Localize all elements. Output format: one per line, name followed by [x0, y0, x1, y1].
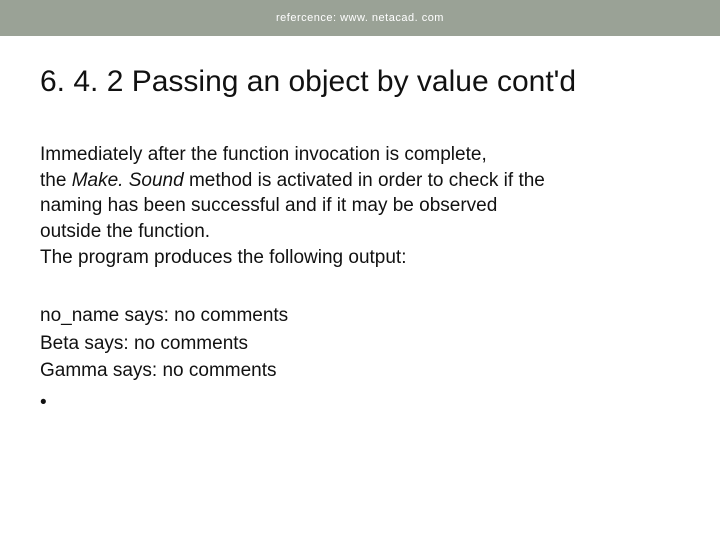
slide-content: 6. 4. 2 Passing an object by value cont'… [0, 36, 720, 416]
body-line-2-part1: the [40, 170, 72, 191]
header-reference-text: refercence: www. netacad. com [276, 12, 444, 24]
body-line-5: The program produces the following outpu… [40, 245, 680, 271]
header-bar: refercence: www. netacad. com [0, 0, 720, 36]
body-line-4: outside the function. [40, 219, 680, 245]
body-line-3: naming has been successful and if it may… [40, 193, 680, 219]
program-output-block: no_name says: no comments Beta says: no … [40, 302, 680, 416]
output-line-2: Beta says: no comments [40, 330, 680, 358]
body-line-2: the Make. Sound method is activated in o… [40, 168, 680, 194]
bullet-point: • [40, 389, 680, 417]
slide-title: 6. 4. 2 Passing an object by value cont'… [40, 64, 680, 100]
body-line-1: Immediately after the function invocatio… [40, 142, 680, 168]
output-line-3: Gamma says: no comments [40, 357, 680, 385]
method-name-italic: Make. Sound [72, 170, 184, 191]
body-line-2-part2: method is activated in order to check if… [184, 170, 545, 191]
output-line-1: no_name says: no comments [40, 302, 680, 330]
body-paragraph: Immediately after the function invocatio… [40, 142, 680, 270]
